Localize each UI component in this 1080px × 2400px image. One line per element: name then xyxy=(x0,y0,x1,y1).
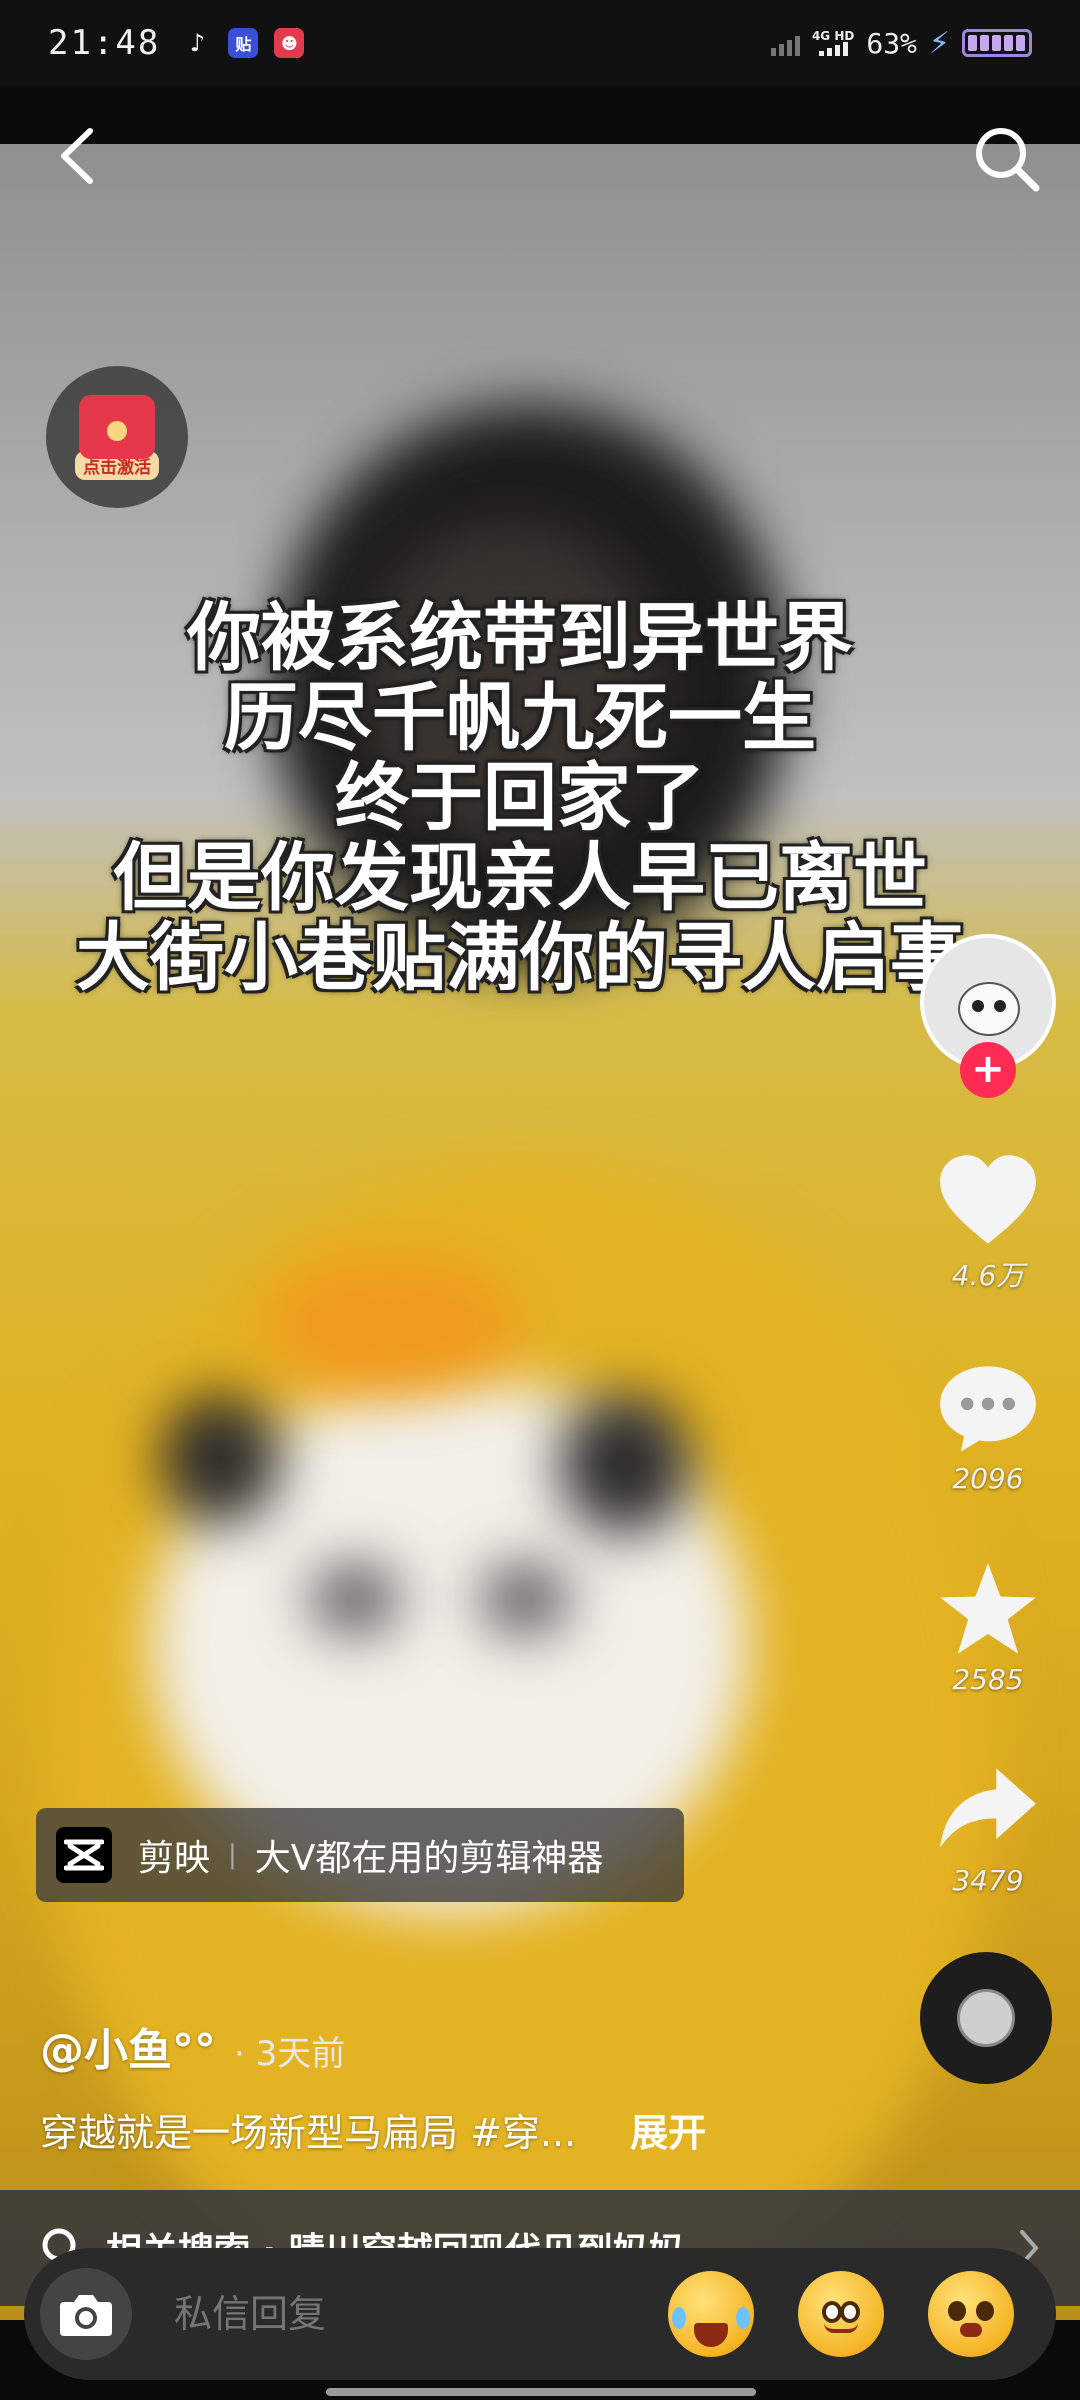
comment-button[interactable]: 2096 xyxy=(936,1360,1040,1495)
author-line: @小鱼°° · 3天前 xyxy=(40,2014,345,2078)
home-indicator[interactable] xyxy=(326,2388,756,2396)
panda-ear-left-shape xyxy=(160,1394,280,1524)
wifi-signal-icon xyxy=(770,30,800,56)
star-icon xyxy=(940,1563,1036,1654)
battery-percent: 63% xyxy=(866,26,917,60)
avatar-image xyxy=(958,982,1020,1036)
post-time: · 3天前 xyxy=(234,2034,346,2074)
capcut-anchor-link[interactable]: 剪映 | 大V都在用的剪辑神器 xyxy=(36,1808,684,1902)
pleading-emoji-icon[interactable] xyxy=(928,2271,1014,2357)
overlay-line: 但是你发现亲人早已离世 xyxy=(113,835,927,921)
capcut-logo-icon xyxy=(56,1827,112,1883)
back-button[interactable] xyxy=(52,126,100,186)
battery-icon xyxy=(962,29,1032,57)
smile-emoji-icon[interactable] xyxy=(798,2271,884,2357)
red-packet-activate-button[interactable]: 点击激活 xyxy=(46,366,188,508)
favorite-count: 2585 xyxy=(952,1663,1024,1696)
overlay-line: 终于回家了 xyxy=(335,755,705,841)
video-player[interactable]: 点击激活 你被系统带到异世界 历尽千帆九死一生 终于回家了 但是你发现亲人早已离… xyxy=(0,86,1080,2320)
overlay-line: 大街小巷贴满你的寻人启事 xyxy=(76,915,964,1001)
like-button[interactable]: 4.6万 xyxy=(936,1152,1040,1294)
action-rail: + 4.6万 2096 2585 3479 xyxy=(918,934,1058,1897)
video-overlay-text: 你被系统带到异世界 历尽千帆九死一生 终于回家了 但是你发现亲人早已离世 大街小… xyxy=(20,598,1020,998)
share-button[interactable]: 3479 xyxy=(936,1762,1040,1897)
panda-eye-left-shape xyxy=(310,1564,400,1634)
heart-icon xyxy=(940,1155,1036,1244)
music-disc-button[interactable] xyxy=(920,1952,1052,2084)
status-bar: 21:48 ♪ 贴 ☻ 4G HD 63% ⚡ xyxy=(0,0,1080,86)
private-message-input[interactable] xyxy=(174,2292,594,2336)
search-button[interactable] xyxy=(970,122,1044,196)
anchor-slogan: 大V都在用的剪辑神器 xyxy=(254,1838,604,1879)
follow-button[interactable]: + xyxy=(960,1042,1016,1098)
anchor-text: 剪映 | 大V都在用的剪辑神器 xyxy=(138,1829,603,1881)
network-type: 4G HD xyxy=(812,30,854,56)
comment-bubble-icon xyxy=(940,1366,1036,1452)
status-indicators: 4G HD 63% ⚡ xyxy=(770,25,1032,61)
video-top-band xyxy=(0,86,1080,144)
like-count: 4.6万 xyxy=(951,1259,1025,1292)
anchor-app-name: 剪映 xyxy=(138,1838,211,1879)
tiktok-notification-icon: ♪ xyxy=(189,29,206,57)
share-count: 3479 xyxy=(952,1864,1024,1897)
overlay-line: 历尽千帆九死一生 xyxy=(224,675,816,761)
quick-emoji-row xyxy=(668,2271,1014,2357)
red-packet-icon xyxy=(79,394,155,459)
favorite-button[interactable]: 2585 xyxy=(936,1561,1040,1696)
camera-icon xyxy=(60,2295,112,2336)
share-arrow-icon xyxy=(940,1768,1036,1848)
author-name[interactable]: @小鱼°° xyxy=(40,2014,216,2078)
charging-bolt-icon: ⚡ xyxy=(928,25,950,61)
post-caption: 穿越就是一场新型马扁局 #穿... xyxy=(40,2111,577,2155)
notification-icons: ♪ 贴 ☻ xyxy=(182,28,305,58)
tieba-notification-icon: 贴 xyxy=(228,28,259,58)
anchor-separator: | xyxy=(228,1840,237,1870)
panda-ear-right-shape xyxy=(560,1394,690,1534)
expand-caption-button[interactable]: 展开 xyxy=(630,2102,706,2157)
music-cover-image xyxy=(957,1989,1015,2047)
panda-eye-right-shape xyxy=(480,1564,570,1634)
cell-signal-icon xyxy=(818,42,848,56)
camera-button[interactable] xyxy=(40,2268,132,2360)
search-icon xyxy=(976,128,1040,192)
sweater-pattern-shape xyxy=(260,1254,520,1394)
caption-line: 穿越就是一场新型马扁局 #穿... 展开 xyxy=(40,2102,706,2157)
overlay-line: 你被系统带到异世界 xyxy=(187,595,853,681)
status-time: 21:48 xyxy=(48,23,161,63)
doll-app-notification-icon: ☻ xyxy=(274,28,305,58)
laugh-cry-emoji-icon[interactable] xyxy=(668,2271,754,2357)
reply-bar xyxy=(24,2248,1056,2380)
comment-count: 2096 xyxy=(952,1462,1024,1495)
back-arrow-icon xyxy=(61,128,93,184)
